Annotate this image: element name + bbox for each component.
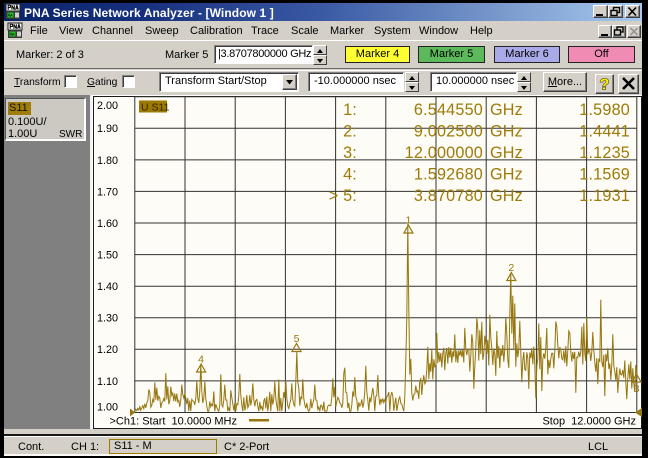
svg-text:3: 3	[634, 383, 640, 395]
svg-text:2:: 2:	[343, 123, 357, 141]
svg-text:1.00: 1.00	[97, 402, 118, 414]
svg-text:GHz: GHz	[490, 166, 523, 184]
svg-text:1.40: 1.40	[97, 281, 118, 293]
svg-text:1.10: 1.10	[97, 376, 118, 388]
svg-text:1.80: 1.80	[97, 155, 118, 167]
svg-text:1.60: 1.60	[97, 218, 118, 230]
svg-text:9.002500: 9.002500	[414, 123, 483, 141]
svg-text:1.50: 1.50	[97, 250, 118, 262]
svg-text:1.592680: 1.592680	[414, 166, 483, 184]
svg-text:6.544550: 6.544550	[414, 101, 483, 119]
svg-text:GHz: GHz	[490, 187, 523, 205]
svg-text:?: ?	[600, 77, 610, 94]
svg-text:GHz: GHz	[490, 101, 523, 119]
svg-text:1.1569: 1.1569	[579, 166, 630, 184]
svg-text:4: 4	[198, 354, 204, 366]
svg-text:12.000000: 12.000000	[405, 144, 483, 162]
svg-text:1.1235: 1.1235	[579, 144, 630, 162]
svg-text:>Ch1: Start 10.0000 MHz: >Ch1: Start 10.0000 MHz	[110, 416, 237, 428]
svg-text:1.70: 1.70	[97, 186, 118, 198]
svg-text:1.1931: 1.1931	[579, 187, 630, 205]
svg-text:4:: 4:	[343, 166, 357, 184]
svg-text:1.30: 1.30	[97, 313, 118, 325]
svg-text:GHz: GHz	[490, 144, 523, 162]
svg-text:1: 1	[405, 215, 411, 227]
svg-text:1:: 1:	[343, 101, 357, 119]
svg-text:1.90: 1.90	[97, 123, 118, 135]
svg-text:1.20: 1.20	[97, 344, 118, 356]
svg-text:3.870780: 3.870780	[414, 187, 483, 205]
svg-text:1.4441: 1.4441	[579, 123, 630, 141]
svg-text:U S11: U S11	[141, 101, 170, 113]
svg-text:5: 5	[294, 333, 300, 345]
svg-text:2: 2	[508, 262, 514, 274]
svg-text:2.00: 2.00	[97, 100, 118, 112]
svg-text:> 5:: > 5:	[329, 187, 357, 205]
svg-text:3:: 3:	[343, 144, 357, 162]
svg-text:GHz: GHz	[490, 123, 523, 141]
svg-text:Stop 12.0000 GHz: Stop 12.0000 GHz	[542, 416, 636, 428]
svg-text:1.5980: 1.5980	[579, 101, 630, 119]
